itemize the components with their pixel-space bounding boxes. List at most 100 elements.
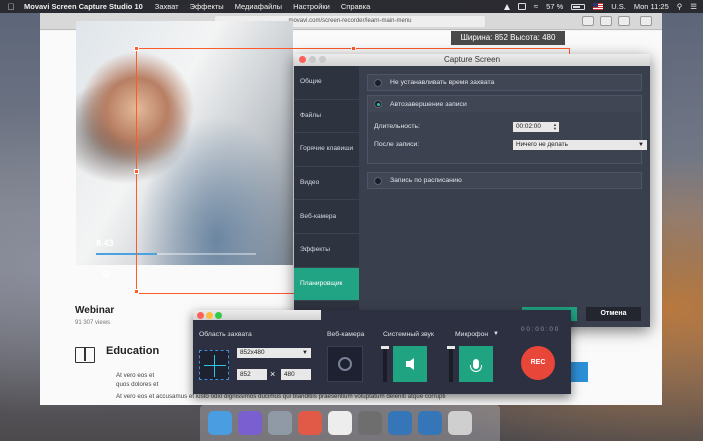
record-button[interactable]: REC (521, 346, 555, 380)
battery-percent: 57 % (546, 2, 564, 11)
record-timer: 0 0 : 0 0 : 0 0 (521, 326, 559, 333)
speaker-icon (406, 358, 414, 370)
toolbar-minimize-icon[interactable] (206, 311, 213, 319)
minimize-icon[interactable] (309, 56, 316, 63)
auto-stop-label: Автозавершение записи (390, 100, 467, 108)
menu-capture[interactable]: Захват (155, 2, 179, 11)
system-sound-label: Системный звук (383, 331, 434, 338)
webinar-title[interactable]: Webinar (75, 305, 114, 316)
education-text-line-2: quos dolores et (116, 381, 159, 388)
gear-icon[interactable]: ⚙ (101, 268, 111, 281)
option-no-time[interactable]: Не устанавливать время захвата (367, 74, 642, 91)
capture-screen-dialog: Capture Screen Общие Файлы Горячие клави… (294, 54, 650, 335)
close-icon[interactable] (299, 56, 306, 63)
sidebar-item-hotkeys[interactable]: Горячие клавиши (294, 133, 359, 167)
zoom-icon[interactable] (319, 56, 326, 63)
system-preferences-icon[interactable] (358, 411, 382, 435)
trash-icon[interactable] (448, 411, 472, 435)
auto-stop-radio[interactable] (374, 100, 382, 108)
scheduler-panel: Не устанавливать время захвата Автозавер… (359, 66, 650, 327)
resize-handle-bottom-left[interactable] (134, 289, 139, 294)
schedule-label: Запись по расписанию (390, 177, 462, 184)
finder-icon[interactable] (208, 411, 232, 435)
width-input[interactable]: 852 (237, 369, 267, 380)
book-icon (75, 347, 95, 363)
clock[interactable]: Mon 11:25 (634, 2, 669, 11)
sidebar-item-scheduler[interactable]: Планировщик (294, 267, 359, 302)
after-recording-label: После записи: (374, 141, 420, 148)
page-action-button[interactable] (568, 362, 588, 382)
capture-toolbar: Область захвата 852x480 ▼ 852 × 480 Веб-… (193, 310, 571, 394)
width-value: 852 (240, 371, 251, 378)
schedule-radio[interactable] (374, 176, 382, 185)
menu-bar:  Movavi Screen Capture Studio 10 Захват… (0, 0, 703, 13)
no-time-radio[interactable] (374, 78, 382, 87)
duration-label: Длительность: (374, 123, 420, 130)
microphone-button[interactable] (459, 346, 493, 382)
option-schedule[interactable]: Запись по расписанию (367, 172, 642, 189)
toolbar-close-icon[interactable] (197, 311, 204, 319)
calendar-icon[interactable] (328, 411, 352, 435)
flag-icon (593, 3, 604, 10)
menu-help[interactable]: Справка (341, 2, 370, 11)
sidebar-item-effects[interactable]: Эффекты (294, 234, 359, 268)
microphone-knob[interactable] (447, 346, 455, 349)
apple-icon[interactable]:  (6, 2, 16, 12)
menu-effects[interactable]: Эффекты (190, 2, 224, 11)
chrome-icon[interactable] (298, 411, 322, 435)
share-icon[interactable] (600, 16, 612, 26)
microphone-label: Микрофон (455, 331, 489, 338)
webcam-icon (338, 357, 352, 371)
height-value: 480 (284, 371, 295, 378)
dimension-select[interactable]: 852x480 ▼ (237, 348, 311, 358)
add-tab-icon[interactable] (640, 16, 652, 26)
duration-stepper[interactable]: ▲ ▼ (553, 123, 558, 131)
option-auto-stop[interactable]: Автозавершение записи (367, 95, 642, 112)
dimension-chevron-icon: ▼ (302, 350, 308, 356)
screen-icon[interactable] (517, 3, 526, 10)
siri-icon[interactable] (238, 411, 262, 435)
sidebar-item-video[interactable]: Видео (294, 167, 359, 201)
app-menu[interactable]: Movavi Screen Capture Studio 10 (24, 2, 143, 11)
menu-settings[interactable]: Настройки (293, 2, 330, 11)
movavi-icon[interactable] (388, 411, 412, 435)
menu-media[interactable]: Медиафайлы (235, 2, 282, 11)
dialog-titlebar[interactable]: Capture Screen (294, 54, 650, 66)
education-title: Education (106, 345, 160, 357)
sidebar-item-files[interactable]: Файлы (294, 100, 359, 134)
launchpad-icon[interactable] (268, 411, 292, 435)
height-input[interactable]: 480 (281, 369, 311, 380)
microphone-icon (470, 359, 482, 372)
duration-value: 00:02:00 (516, 123, 541, 130)
microphone-slider[interactable] (447, 346, 455, 382)
capture-area-icon[interactable] (199, 350, 229, 380)
movavi-icon-2[interactable] (418, 411, 442, 435)
chevron-down-icon: ▼ (638, 142, 644, 148)
battery-icon[interactable] (571, 3, 586, 10)
movavi-status-icon[interactable] (503, 3, 510, 10)
microphone-chevron-icon[interactable]: ▼ (493, 331, 499, 337)
wifi-icon[interactable]: ≈ (534, 2, 538, 11)
cancel-button[interactable]: Отмена (586, 307, 641, 321)
no-time-label: Не устанавливать время захвата (390, 79, 495, 86)
resize-handle-left[interactable] (134, 169, 139, 174)
after-recording-select[interactable]: Ничего не делать ▼ (513, 140, 647, 150)
webcam-toggle[interactable] (327, 346, 363, 382)
duration-input[interactable]: 00:02:00 ▲ ▼ (513, 122, 559, 132)
tabs-icon[interactable] (618, 16, 630, 26)
education-text-line-3: At vero eos et accusamus et iusto odio d… (116, 393, 446, 400)
system-sound-slider[interactable] (381, 346, 389, 382)
dimension-value: 852x480 (240, 349, 265, 356)
download-icon[interactable] (582, 16, 594, 26)
sidebar-item-webcam[interactable]: Веб-камера (294, 200, 359, 234)
search-icon[interactable]: ⚲ (677, 2, 683, 11)
menu-list-icon[interactable]: ☰ (690, 2, 697, 11)
resize-handle-top-left[interactable] (134, 46, 139, 51)
toolbar-titlebar[interactable] (193, 310, 321, 320)
input-source[interactable]: U.S. (611, 2, 626, 11)
system-sound-button[interactable] (393, 346, 427, 382)
sidebar-item-general[interactable]: Общие (294, 66, 359, 100)
resize-handle-top[interactable] (351, 46, 356, 51)
toolbar-zoom-icon[interactable] (215, 311, 222, 319)
system-sound-knob[interactable] (381, 346, 389, 349)
